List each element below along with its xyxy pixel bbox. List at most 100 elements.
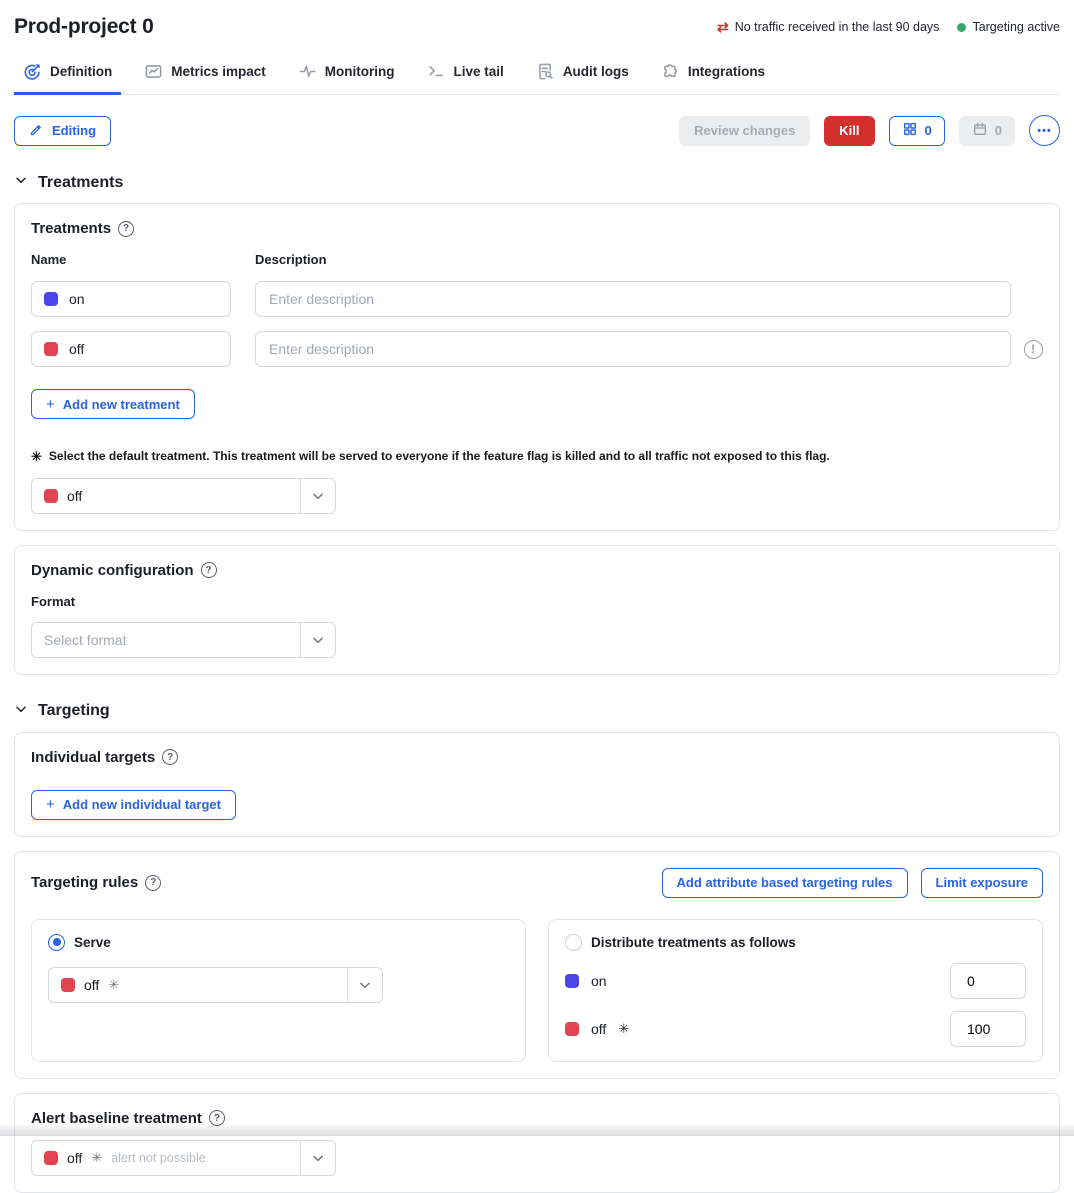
help-icon[interactable]: ? xyxy=(162,749,178,765)
serve-treatment-value: off xyxy=(84,977,99,993)
treatment-color-swatch xyxy=(565,974,579,988)
treatment-color-swatch xyxy=(565,1022,579,1036)
targeting-section-title: Targeting xyxy=(38,702,110,720)
alert-baseline-title: Alert baseline treatment xyxy=(31,1110,202,1127)
help-icon[interactable]: ? xyxy=(201,562,217,578)
distribute-radio-row[interactable]: Distribute treatments as follows xyxy=(565,934,1026,951)
individual-targets-title: Individual targets xyxy=(31,749,155,766)
ellipsis-icon: ••• xyxy=(1037,125,1052,137)
tab-label: Monitoring xyxy=(325,64,395,79)
distribute-row: on xyxy=(565,963,1026,999)
puzzle-icon xyxy=(661,62,680,81)
icon-slot: ! xyxy=(1023,340,1043,359)
add-individual-target-button[interactable]: + Add new individual target xyxy=(31,790,236,820)
schedule-count-button[interactable]: 0 xyxy=(959,116,1015,146)
limit-exposure-button[interactable]: Limit exposure xyxy=(921,868,1043,898)
treatment-description-input[interactable] xyxy=(255,281,1011,317)
editing-button-label: Editing xyxy=(52,123,96,138)
distribute-treatment-name: on xyxy=(591,973,607,989)
description-column-label: Description xyxy=(255,252,1043,267)
individual-targets-card: Individual targets ? + Add new individua… xyxy=(14,732,1060,837)
tab-integrations[interactable]: Integrations xyxy=(652,62,774,94)
serve-treatment-select[interactable]: off ✳ xyxy=(48,967,383,1003)
alert-baseline-select[interactable]: off ✳ alert not possible xyxy=(31,1140,336,1176)
grid-icon xyxy=(902,121,918,140)
default-star-icon: ✳ xyxy=(91,1150,102,1166)
treatment-name-input[interactable]: off xyxy=(31,331,231,367)
schedule-count: 0 xyxy=(995,123,1002,138)
dynamic-configuration-card: Dynamic configuration ? Format Select fo… xyxy=(14,545,1060,675)
distribute-percentage-input[interactable] xyxy=(950,963,1026,999)
format-placeholder: Select format xyxy=(44,632,126,648)
plus-icon: + xyxy=(46,397,55,412)
feature-flag-page: Prod-project 0 ⇄ No traffic received in … xyxy=(0,0,1074,1193)
distribute-row: off ✳ xyxy=(565,1011,1026,1047)
treatment-color-swatch xyxy=(44,489,58,503)
review-changes-button[interactable]: Review changes xyxy=(679,116,810,146)
dynamic-config-title: Dynamic configuration xyxy=(31,562,194,579)
distribute-label: Distribute treatments as follows xyxy=(591,935,796,950)
treatment-color-swatch xyxy=(44,292,58,306)
treatment-color-swatch xyxy=(61,978,75,992)
alert-baseline-hint: alert not possible xyxy=(111,1151,206,1165)
default-treatment-note: ✳ Select the default treatment. This tre… xyxy=(31,449,1043,465)
traffic-arrows-icon: ⇄ xyxy=(717,20,729,34)
alert-baseline-value: off xyxy=(67,1150,82,1166)
tab-metrics-impact[interactable]: Metrics impact xyxy=(135,62,275,94)
status-area: ⇄ No traffic received in the last 90 day… xyxy=(717,20,1060,34)
audit-log-icon xyxy=(536,62,555,81)
tab-label: Metrics impact xyxy=(171,64,266,79)
help-icon[interactable]: ? xyxy=(145,875,161,891)
distribute-percentage-input[interactable] xyxy=(950,1011,1026,1047)
page-title: Prod-project 0 xyxy=(14,15,154,39)
chevron-down-icon xyxy=(14,173,28,192)
traffic-status: ⇄ No traffic received in the last 90 day… xyxy=(717,20,939,34)
tab-audit-logs[interactable]: Audit logs xyxy=(527,62,638,94)
treatments-card: Treatments ? Name Description on off xyxy=(14,203,1060,531)
pencil-icon xyxy=(29,122,44,140)
default-star-icon: ✳ xyxy=(108,977,119,993)
default-treatment-value: off xyxy=(67,488,82,504)
default-note-text: Select the default treatment. This treat… xyxy=(49,449,830,463)
radio-selected-icon[interactable] xyxy=(48,934,65,951)
alert-circle-icon[interactable]: ! xyxy=(1024,340,1043,359)
definition-target-icon xyxy=(23,62,42,81)
serve-label: Serve xyxy=(74,935,111,950)
tab-definition[interactable]: Definition xyxy=(14,62,121,94)
treatment-name-input[interactable]: on xyxy=(31,281,231,317)
editing-button[interactable]: Editing xyxy=(14,116,111,146)
format-select[interactable]: Select format xyxy=(31,622,336,658)
add-treatment-button[interactable]: + Add new treatment xyxy=(31,389,195,419)
tab-live-tail[interactable]: Live tail xyxy=(418,62,513,94)
targeting-status: Targeting active xyxy=(957,20,1060,34)
format-label: Format xyxy=(31,594,1043,609)
help-icon[interactable]: ? xyxy=(209,1110,225,1126)
chevron-down-icon xyxy=(300,1141,335,1175)
traffic-status-text: No traffic received in the last 90 days xyxy=(735,20,940,34)
tab-label: Integrations xyxy=(688,64,765,79)
targeting-status-text: Targeting active xyxy=(972,20,1060,34)
default-star-icon: ✳ xyxy=(618,1021,629,1037)
targeting-section-toggle[interactable]: Targeting xyxy=(14,702,1060,721)
tab-label: Definition xyxy=(50,64,112,79)
treatment-name-value: off xyxy=(69,341,84,357)
treatment-description-cell: ! xyxy=(255,331,1043,367)
treatment-description-input[interactable] xyxy=(255,331,1011,367)
chart-icon xyxy=(144,62,163,81)
targeting-rules-title: Targeting rules xyxy=(31,874,138,891)
kill-button[interactable]: Kill xyxy=(824,116,874,146)
right-actions: Review changes Kill 0 0 xyxy=(679,115,1060,146)
more-actions-button[interactable]: ••• xyxy=(1029,115,1060,146)
default-treatment-select[interactable]: off xyxy=(31,478,336,514)
help-icon[interactable]: ? xyxy=(118,221,134,237)
add-attribute-rules-button[interactable]: Add attribute based targeting rules xyxy=(662,868,908,898)
treatments-section-toggle[interactable]: Treatments xyxy=(14,173,1060,192)
radio-unselected-icon[interactable] xyxy=(565,934,582,951)
plus-icon: + xyxy=(46,797,55,812)
action-toolbar: Editing Review changes Kill 0 xyxy=(14,115,1060,146)
versions-count-button[interactable]: 0 xyxy=(889,116,945,146)
tab-monitoring[interactable]: Monitoring xyxy=(289,62,404,94)
serve-radio-row[interactable]: Serve xyxy=(48,934,509,951)
add-treatment-label: Add new treatment xyxy=(63,397,180,412)
tab-label: Audit logs xyxy=(563,64,629,79)
